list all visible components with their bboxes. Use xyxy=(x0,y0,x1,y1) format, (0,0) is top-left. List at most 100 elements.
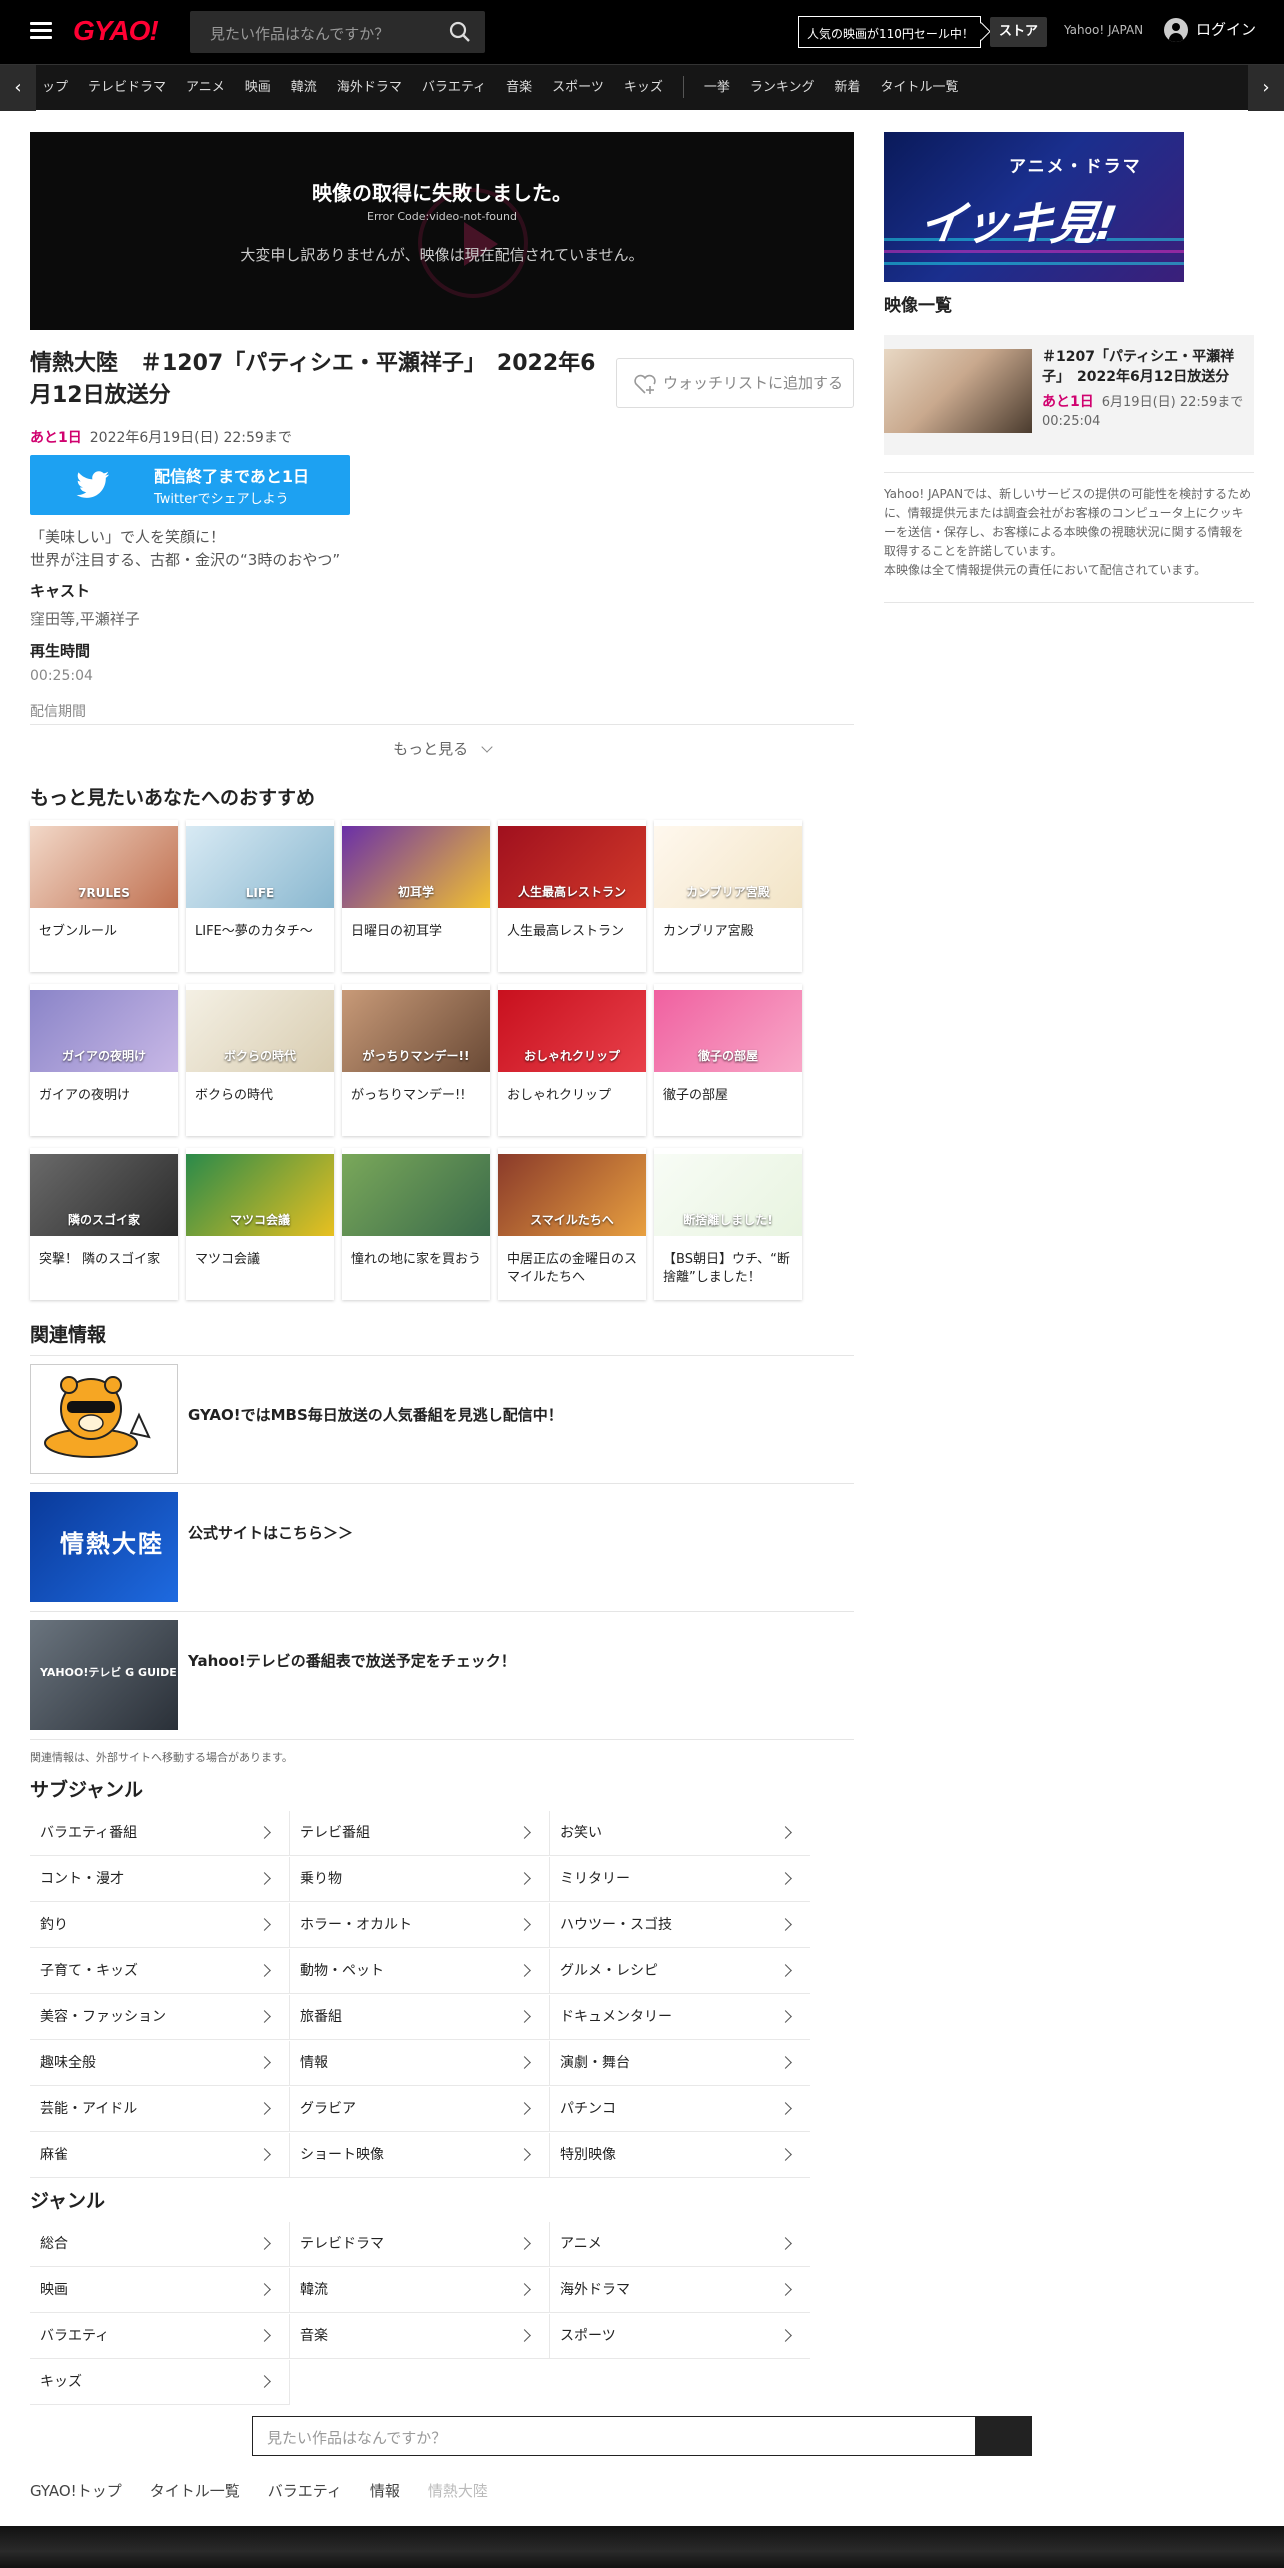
subgenre-item[interactable]: ドキュメンタリー xyxy=(550,1995,810,2040)
breadcrumb-item[interactable]: バラエティ xyxy=(268,2482,342,2500)
recommend-card[interactable]: 断捨離しました! 【BS朝日】ウチ、“断捨離”しました！ xyxy=(654,1148,802,1300)
recommend-title[interactable]: セブンルール xyxy=(39,923,173,941)
nav-next-arrow-icon[interactable]: › xyxy=(1248,65,1284,111)
recommend-title[interactable]: おしゃれクリップ xyxy=(507,1087,641,1105)
login-button[interactable]: ログイン xyxy=(1164,18,1256,42)
subgenre-item[interactable]: 釣り xyxy=(30,1903,290,1948)
related-thumbnail[interactable]: YAHOO!テレビ G GUIDE xyxy=(30,1620,178,1730)
related-text[interactable]: 公式サイトはこちら＞＞ xyxy=(188,1522,353,1543)
subgenre-item[interactable]: パチンコ xyxy=(550,2087,810,2132)
recommend-thumbnail[interactable]: スマイルたちへ xyxy=(498,1154,646,1236)
recommend-thumbnail[interactable]: 隣のスゴイ家 xyxy=(30,1154,178,1236)
recommend-title[interactable]: ボクらの時代 xyxy=(195,1087,329,1105)
related-item[interactable]: GYAO!ではMBS毎日放送の人気番組を見逃し配信中！ xyxy=(30,1355,854,1483)
recommend-title[interactable]: 突撃！ 隣のスゴイ家 xyxy=(39,1251,173,1269)
recommend-thumbnail[interactable]: がっちりマンデー!! xyxy=(342,990,490,1072)
recommend-title[interactable]: 日曜日の初耳学 xyxy=(351,923,485,941)
recommend-title[interactable]: 【BS朝日】ウチ、“断捨離”しました！ xyxy=(663,1251,797,1287)
genre-item[interactable]: テレビドラマ xyxy=(290,2222,550,2267)
recommend-title[interactable]: マツコ会議 xyxy=(195,1251,329,1269)
sale-banner-link[interactable]: 人気の映画が110円セール中！ xyxy=(798,16,981,48)
subgenre-item[interactable]: ショート映像 xyxy=(290,2133,550,2178)
nav-item[interactable]: 映画 xyxy=(245,65,271,111)
yahoo-japan-link[interactable]: Yahoo! JAPAN xyxy=(1064,23,1143,37)
subgenre-item[interactable]: 特別映像 xyxy=(550,2133,810,2178)
nav-prev-arrow-icon[interactable]: ‹ xyxy=(0,65,36,111)
video-list-item[interactable]: ＃1207「パティシエ・平瀬祥子」 2022年6月12日放送分 あと1日 6月19… xyxy=(884,335,1254,455)
subgenre-item[interactable]: 旅番組 xyxy=(290,1995,550,2040)
subgenre-item[interactable]: 芸能・アイドル xyxy=(30,2087,290,2132)
recommend-title[interactable]: LIFE～夢のカタチ～ xyxy=(195,923,329,941)
recommend-title[interactable]: 徹子の部屋 xyxy=(663,1087,797,1105)
subgenre-item[interactable]: 乗り物 xyxy=(290,1857,550,1902)
recommend-title[interactable]: 憧れの地に家を買おう xyxy=(351,1251,485,1269)
related-thumbnail[interactable] xyxy=(30,1364,178,1474)
bottom-search-input[interactable]: 見たい作品はなんですか？ xyxy=(252,2416,1032,2456)
more-button[interactable]: もっと見る xyxy=(30,738,854,759)
subgenre-item[interactable]: 情報 xyxy=(290,2041,550,2086)
genre-item[interactable]: 海外ドラマ xyxy=(550,2268,810,2313)
nav-item[interactable]: スポーツ xyxy=(552,65,604,111)
recommend-card[interactable]: おしゃれクリップ おしゃれクリップ xyxy=(498,984,646,1136)
subgenre-item[interactable]: 子育て・キッズ xyxy=(30,1949,290,1994)
nav-item[interactable]: ップ xyxy=(42,65,68,111)
recommend-thumbnail[interactable]: カンブリア宮殿 xyxy=(654,826,802,908)
recommend-thumbnail[interactable]: 徹子の部屋 xyxy=(654,990,802,1072)
recommend-title[interactable]: カンブリア宮殿 xyxy=(663,923,797,941)
recommend-card[interactable]: がっちりマンデー!! がっちりマンデー!! xyxy=(342,984,490,1136)
subgenre-item[interactable]: コント・漫才 xyxy=(30,1857,290,1902)
recommend-title[interactable]: ガイアの夜明け xyxy=(39,1087,173,1105)
subgenre-item[interactable]: 麻雀 xyxy=(30,2133,290,2178)
genre-item[interactable]: 総合 xyxy=(30,2222,290,2267)
video-thumbnail[interactable] xyxy=(884,349,1032,433)
related-text[interactable]: GYAO!ではMBS毎日放送の人気番組を見逃し配信中！ xyxy=(188,1404,563,1425)
subgenre-item[interactable]: バラエティ番組 xyxy=(30,1811,290,1856)
recommend-card[interactable]: 初耳学日曜日の初耳学 xyxy=(342,820,490,972)
nav-item[interactable]: キッズ xyxy=(624,65,663,111)
recommend-card[interactable]: 徹子の部屋 徹子の部屋 xyxy=(654,984,802,1136)
recommend-card[interactable]: 7RULES セブンルール xyxy=(30,820,178,972)
recommend-card[interactable]: スマイルたちへ中居正広の金曜日のスマイルたちへ xyxy=(498,1148,646,1300)
recommend-card[interactable]: 隣のスゴイ家突撃！ 隣のスゴイ家 xyxy=(30,1148,178,1300)
video-player[interactable]: 映像の取得に失敗しました。 Error Code:video-not-found… xyxy=(30,132,854,330)
store-button[interactable]: ストア xyxy=(990,17,1047,47)
recommend-thumbnail[interactable]: 初耳学 xyxy=(342,826,490,908)
related-item[interactable]: YAHOO!テレビ G GUIDE Yahoo!テレビの番組表で放送予定をチェック… xyxy=(30,1611,854,1739)
search-input[interactable]: 見たい作品はなんですか？ xyxy=(190,11,485,53)
related-item[interactable]: 情熱大陸 公式サイトはこちら＞＞ xyxy=(30,1483,854,1611)
subgenre-item[interactable]: ミリタリー xyxy=(550,1857,810,1902)
recommend-thumbnail[interactable]: ボクらの時代 xyxy=(186,990,334,1072)
nav-item[interactable]: タイトル一覧 xyxy=(881,65,959,111)
menu-icon[interactable] xyxy=(30,22,52,40)
nav-item[interactable]: 新着 xyxy=(834,65,860,111)
watchlist-button[interactable]: ウォッチリストに追加する xyxy=(616,358,854,408)
recommend-thumbnail[interactable]: 断捨離しました! xyxy=(654,1154,802,1236)
subgenre-item[interactable]: 趣味全般 xyxy=(30,2041,290,2086)
genre-item[interactable]: バラエティ xyxy=(30,2314,290,2359)
subgenre-item[interactable]: テレビ番組 xyxy=(290,1811,550,1856)
genre-item[interactable]: スポーツ xyxy=(550,2314,810,2359)
genre-item[interactable]: 韓流 xyxy=(290,2268,550,2313)
recommend-card[interactable]: 人生最高レストラン 人生最高レストラン xyxy=(498,820,646,972)
recommend-thumbnail[interactable]: LIFE xyxy=(186,826,334,908)
subgenre-item[interactable]: グルメ・レシピ xyxy=(550,1949,810,1994)
nav-item[interactable]: アニメ xyxy=(186,65,225,111)
recommend-title[interactable]: 中居正広の金曜日のスマイルたちへ xyxy=(507,1251,641,1287)
genre-item[interactable]: 音楽 xyxy=(290,2314,550,2359)
genre-item[interactable]: 映画 xyxy=(30,2268,290,2313)
recommend-thumbnail[interactable]: 7RULES xyxy=(30,826,178,908)
genre-item[interactable]: キッズ xyxy=(30,2360,290,2405)
recommend-card[interactable]: マツコ会議 マツコ会議 xyxy=(186,1148,334,1300)
gyao-logo[interactable]: GYAO! xyxy=(73,15,159,47)
recommend-card[interactable]: LIFE LIFE～夢のカタチ～ xyxy=(186,820,334,972)
nav-item[interactable]: テレビドラマ xyxy=(88,65,166,111)
recommend-card[interactable]: 憧れの地に家を買おう xyxy=(342,1148,490,1300)
nav-item[interactable]: 海外ドラマ xyxy=(337,65,402,111)
subgenre-item[interactable]: グラビア xyxy=(290,2087,550,2132)
recommend-card[interactable]: ガイアの夜明け ガイアの夜明け xyxy=(30,984,178,1136)
nav-item[interactable]: 一挙 xyxy=(704,65,730,111)
nav-item[interactable]: 韓流 xyxy=(291,65,317,111)
nav-item[interactable]: バラエティ xyxy=(422,65,486,111)
subgenre-item[interactable]: お笑い xyxy=(550,1811,810,1856)
bottom-search-button[interactable] xyxy=(975,2417,1031,2455)
